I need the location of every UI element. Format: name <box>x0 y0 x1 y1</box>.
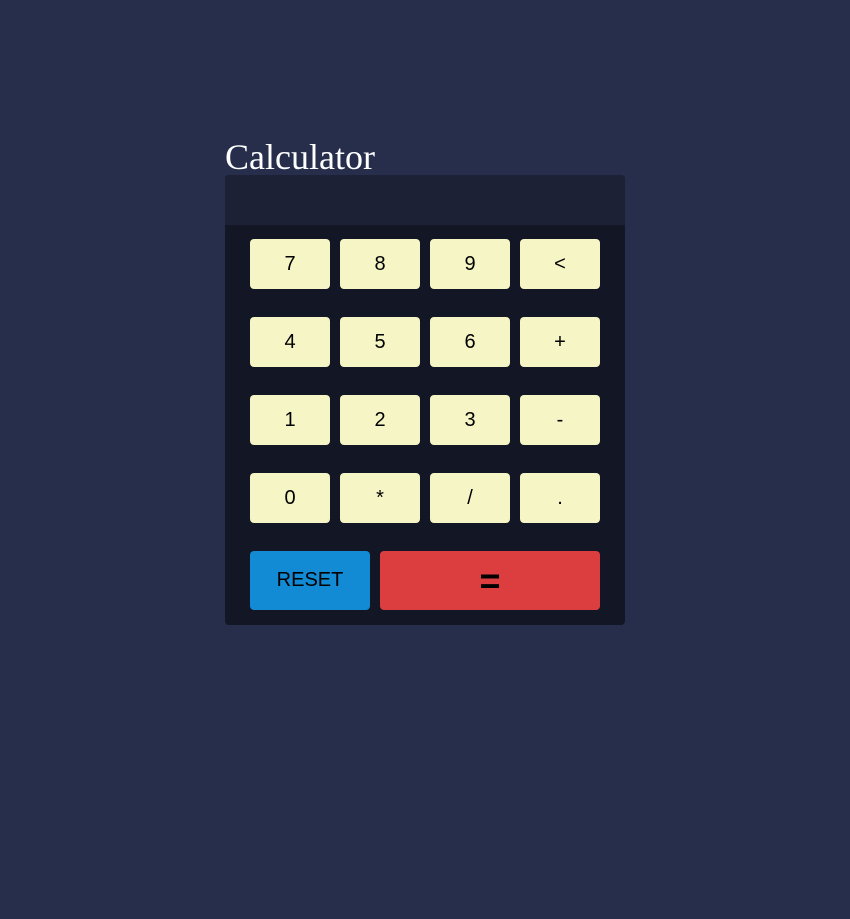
key-9[interactable]: 9 <box>430 239 510 289</box>
minus-button[interactable]: - <box>520 395 600 445</box>
equals-button[interactable]: = <box>380 551 600 610</box>
calculator-display <box>225 175 625 225</box>
key-5[interactable]: 5 <box>340 317 420 367</box>
decimal-button[interactable]: . <box>520 473 600 523</box>
key-1[interactable]: 1 <box>250 395 330 445</box>
key-7[interactable]: 7 <box>250 239 330 289</box>
key-6[interactable]: 6 <box>430 317 510 367</box>
key-8[interactable]: 8 <box>340 239 420 289</box>
multiply-button[interactable]: * <box>340 473 420 523</box>
divide-button[interactable]: / <box>430 473 510 523</box>
key-4[interactable]: 4 <box>250 317 330 367</box>
backspace-button[interactable]: < <box>520 239 600 289</box>
plus-button[interactable]: + <box>520 317 600 367</box>
key-2[interactable]: 2 <box>340 395 420 445</box>
calculator-panel: 7 8 9 < 4 5 6 + 1 2 3 - 0 * / . RESET = <box>225 175 625 625</box>
key-3[interactable]: 3 <box>430 395 510 445</box>
key-0[interactable]: 0 <box>250 473 330 523</box>
page-title: Calculator <box>225 137 375 177</box>
reset-button[interactable]: RESET <box>250 551 370 610</box>
